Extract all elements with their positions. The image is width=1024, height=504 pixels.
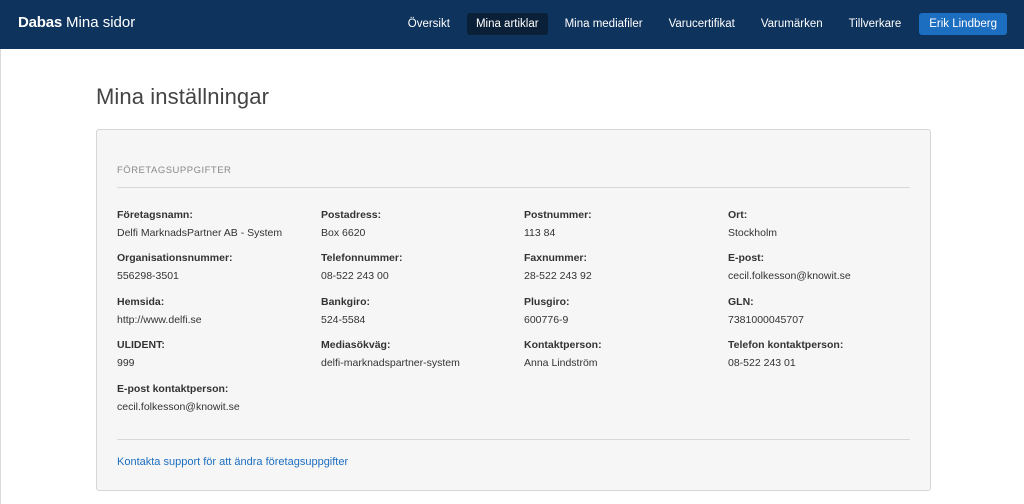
field-e-post-kontaktperson: E-post kontaktperson: cecil.folkesson@kn… bbox=[117, 383, 312, 413]
field-value: 113 84 bbox=[524, 227, 556, 239]
field-value: Stockholm bbox=[728, 227, 778, 239]
field-value: 08-522 243 01 bbox=[728, 357, 796, 369]
section-title: FÖRETAGSUPPGIFTER bbox=[117, 165, 232, 176]
nav-item-mina-mediafiler[interactable]: Mina mediafiler bbox=[556, 13, 652, 35]
field-value: Anna Lindström bbox=[524, 357, 598, 369]
field-label: Faxnummer: bbox=[524, 252, 588, 264]
field-value: 556298-3501 bbox=[117, 270, 179, 282]
field-label: GLN: bbox=[728, 296, 754, 308]
main-nav: Översikt Mina artiklar Mina mediafiler V… bbox=[391, 13, 1007, 35]
field-value: Delfi MarknadsPartner AB - System bbox=[117, 227, 283, 239]
nav-item-tillverkare[interactable]: Tillverkare bbox=[840, 13, 911, 35]
nav-item-varucertifikat[interactable]: Varucertifikat bbox=[660, 13, 744, 35]
field-value: cecil.folkesson@knowit.se bbox=[728, 270, 851, 282]
field-faxnummer: Faxnummer: 28-522 243 92 bbox=[524, 252, 719, 282]
field-telefon-kontaktperson: Telefon kontaktperson: 08-522 243 01 bbox=[728, 339, 923, 369]
field-ulident: ULIDENT: 999 bbox=[117, 339, 312, 369]
field-gln: GLN: 7381000045707 bbox=[728, 296, 923, 326]
field-value: http://www.delfi.se bbox=[117, 314, 202, 326]
field-value: 524-5584 bbox=[321, 314, 366, 326]
field-label: Bankgiro: bbox=[321, 296, 371, 308]
field-ort: Ort: Stockholm bbox=[728, 209, 923, 239]
field-value: cecil.folkesson@knowit.se bbox=[117, 401, 240, 413]
field-value: delfi-marknadspartner-system bbox=[321, 357, 460, 369]
field-label: Plusgiro: bbox=[524, 296, 570, 308]
field-label: E-post: bbox=[728, 252, 765, 264]
field-kontaktperson: Kontaktperson: Anna Lindström bbox=[524, 339, 719, 369]
contact-support-link[interactable]: Kontakta support för att ändra företagsu… bbox=[117, 456, 348, 468]
field-e-post: E-post: cecil.folkesson@knowit.se bbox=[728, 252, 923, 282]
field-value: Box 6620 bbox=[321, 227, 366, 239]
field-label: E-post kontaktperson: bbox=[117, 383, 229, 395]
field-label: ULIDENT: bbox=[117, 339, 165, 351]
field-foretagsnamn: Företagsnamn: Delfi MarknadsPartner AB -… bbox=[117, 209, 312, 239]
field-value: 600776-9 bbox=[524, 314, 569, 326]
field-value: 7381000045707 bbox=[728, 314, 804, 326]
field-label: Företagsnamn: bbox=[117, 209, 193, 221]
nav-item-oversikt[interactable]: Översikt bbox=[399, 13, 459, 35]
page-title: Mina inställningar bbox=[96, 84, 269, 109]
nav-item-varumarken[interactable]: Varumärken bbox=[752, 13, 832, 35]
field-telefonnummer: Telefonnummer: 08-522 243 00 bbox=[321, 252, 516, 282]
section-divider-bottom bbox=[117, 439, 910, 440]
section-divider-top bbox=[117, 187, 910, 188]
field-organisationsnummer: Organisationsnummer: 556298-3501 bbox=[117, 252, 312, 282]
nav-item-mina-artiklar[interactable]: Mina artiklar bbox=[466, 13, 548, 35]
field-label: Postnummer: bbox=[524, 209, 592, 221]
field-label: Kontaktperson: bbox=[524, 339, 602, 351]
field-value: 08-522 243 00 bbox=[321, 270, 389, 282]
field-label: Telefon kontaktperson: bbox=[728, 339, 844, 351]
field-label: Postadress: bbox=[321, 209, 382, 221]
field-bankgiro: Bankgiro: 524-5584 bbox=[321, 296, 516, 326]
field-plusgiro: Plusgiro: 600776-9 bbox=[524, 296, 719, 326]
field-label: Organisationsnummer: bbox=[117, 252, 233, 264]
field-postadress: Postadress: Box 6620 bbox=[321, 209, 516, 239]
user-menu-button[interactable]: Erik Lindberg bbox=[919, 13, 1007, 35]
field-label: Ort: bbox=[728, 209, 748, 221]
field-label: Hemsida: bbox=[117, 296, 165, 308]
company-info-card: FÖRETAGSUPPGIFTER Företagsnamn: Delfi Ma… bbox=[96, 129, 931, 491]
brand-name: Dabas bbox=[18, 14, 63, 31]
field-mediasokvag: Mediasökväg: delfi-marknadspartner-syste… bbox=[321, 339, 516, 369]
brand-subtitle: Mina sidor bbox=[66, 14, 136, 31]
field-postnummer: Postnummer: 113 84 bbox=[524, 209, 719, 239]
field-label: Telefonnummer: bbox=[321, 252, 403, 264]
field-hemsida: Hemsida: http://www.delfi.se bbox=[117, 296, 312, 326]
field-label: Mediasökväg: bbox=[321, 339, 391, 351]
field-value: 28-522 243 92 bbox=[524, 270, 592, 282]
brand-logo[interactable]: Dabas Mina sidor bbox=[18, 14, 135, 31]
top-navigation-bar: Dabas Mina sidor Översikt Mina artiklar M… bbox=[0, 0, 1024, 49]
field-value: 999 bbox=[117, 357, 135, 369]
